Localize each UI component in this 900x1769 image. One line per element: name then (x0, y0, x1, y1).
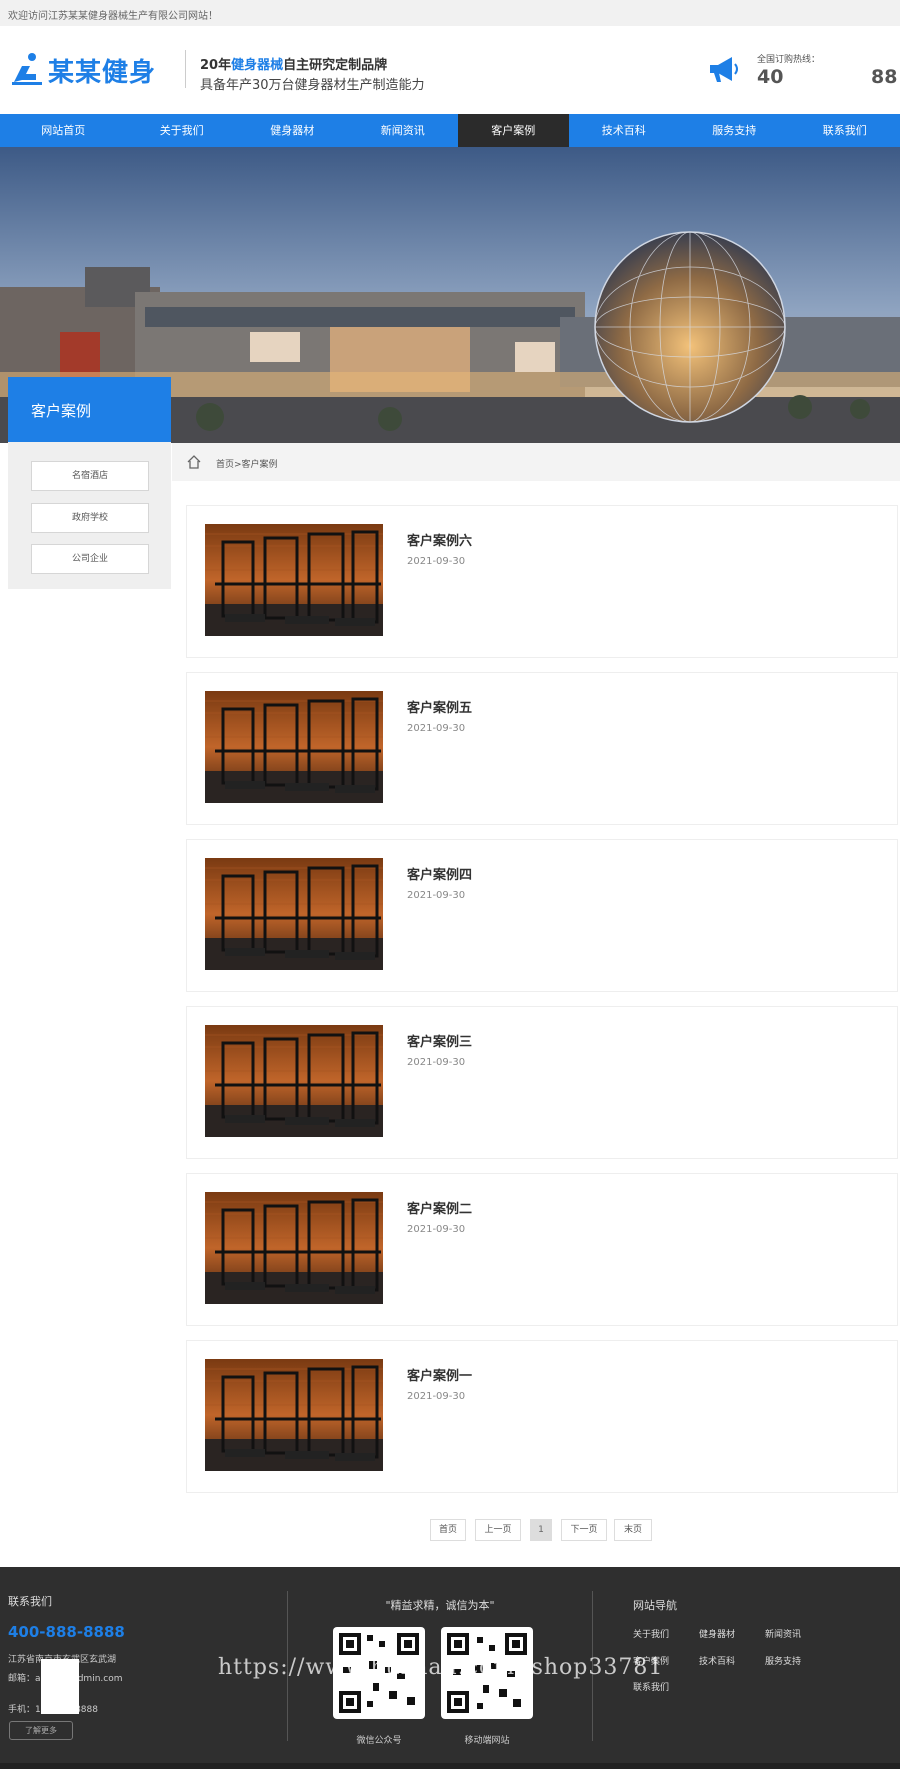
footer-quote: "精益求精，诚信为本" (385, 1599, 495, 1612)
pager-last[interactable]: 末页 (614, 1519, 652, 1541)
sidebar-item-government-school[interactable]: 政府学校 (31, 503, 149, 533)
case-date: 2021-09-30 (407, 1057, 466, 1068)
nav-item-cases[interactable]: 客户案例 (457, 114, 569, 147)
case-card[interactable]: 客户案例二 2021-09-30 (186, 1173, 898, 1326)
footer-contact-title: 联系我们 (8, 1595, 52, 1608)
case-thumbnail[interactable] (205, 524, 383, 636)
pager-first[interactable]: 首页 (430, 1519, 466, 1541)
case-title[interactable]: 客户案例六 (407, 530, 472, 549)
sidebar-item-hotel[interactable]: 名宿酒店 (31, 461, 149, 491)
footer-nav-service[interactable]: 服务支持 (765, 1654, 801, 1667)
nav-item-about[interactable]: 关于我们 (126, 114, 237, 147)
logo[interactable]: 某某健身 (12, 52, 172, 88)
watermark-text: https://www.huzhan.com/ishop33781 (218, 1655, 664, 1680)
breadcrumb: 首页>客户案例 (172, 443, 900, 481)
case-date: 2021-09-30 (407, 1391, 466, 1402)
case-title[interactable]: 客户案例一 (407, 1365, 472, 1384)
megaphone-icon (710, 57, 738, 82)
footer-bottom-bar (0, 1763, 900, 1769)
sidebar-menu: 名宿酒店 政府学校 公司企业 (8, 442, 171, 589)
mobile-qr-label: 移动端网站 (464, 1736, 510, 1746)
top-bar: 欢迎访问江苏某某健身器械生产有限公司网站！ (0, 0, 900, 26)
learn-more-button[interactable]: 了解更多 (9, 1721, 73, 1740)
nav-item-products[interactable]: 健身器材 (237, 114, 348, 147)
footer-phone: 400-888-8888 (8, 1623, 125, 1641)
nav-item-service[interactable]: 服务支持 (679, 114, 790, 147)
slogan-line1: 20年健身器械自主研究定制品牌 (200, 58, 388, 73)
case-title[interactable]: 客户案例五 (407, 697, 472, 716)
logo-text: 某某健身 (48, 58, 157, 88)
divider (185, 50, 186, 88)
footer: 联系我们 400-888-8888 江苏省南京市玄武区玄武湖 邮箱：admin@… (0, 1567, 900, 1769)
pager-prev[interactable]: 上一页 (475, 1519, 521, 1541)
case-card[interactable]: 客户案例四 2021-09-30 (186, 839, 898, 992)
fitness-person-icon (12, 53, 42, 85)
nav-item-tech[interactable]: 技术百科 (569, 114, 680, 147)
redaction-block (41, 1659, 79, 1714)
hotline-number-part2: 88 (871, 66, 898, 88)
case-date: 2021-09-30 (407, 1224, 466, 1235)
case-thumbnail[interactable] (205, 1359, 383, 1471)
hotline-number-part1: 40 (757, 66, 784, 88)
header: 某某健身 20年健身器械自主研究定制品牌 具备年产30万台健身器材生产制造能力 … (0, 26, 900, 114)
nav-item-contact[interactable]: 联系我们 (790, 114, 900, 147)
sidebar-title: 客户案例 (8, 377, 171, 442)
footer-nav-contact[interactable]: 联系我们 (633, 1680, 669, 1693)
breadcrumb-text[interactable]: 首页>客户案例 (216, 457, 278, 470)
nav-item-news[interactable]: 新闻资讯 (347, 114, 458, 147)
footer-nav-news[interactable]: 新闻资讯 (765, 1627, 801, 1640)
case-thumbnail[interactable] (205, 691, 383, 803)
case-card[interactable]: 客户案例一 2021-09-30 (186, 1340, 898, 1493)
pager-next[interactable]: 下一页 (561, 1519, 607, 1541)
main-nav: 网站首页 关于我们 健身器材 新闻资讯 客户案例 技术百科 服务支持 联系我们 (0, 114, 900, 147)
hotline-label: 全国订购热线： (757, 55, 821, 65)
footer-nav-title: 网站导航 (633, 1599, 677, 1612)
sidebar-item-company[interactable]: 公司企业 (31, 544, 149, 574)
case-title[interactable]: 客户案例四 (407, 864, 472, 883)
welcome-text: 欢迎访问江苏某某健身器械生产有限公司网站！ (8, 11, 218, 22)
case-card[interactable]: 客户案例六 2021-09-30 (186, 505, 898, 658)
wechat-qr-label: 微信公众号 (356, 1736, 402, 1746)
case-date: 2021-09-30 (407, 723, 466, 734)
nav-item-home[interactable]: 网站首页 (0, 114, 126, 147)
case-title[interactable]: 客户案例三 (407, 1031, 472, 1050)
case-thumbnail[interactable] (205, 1025, 383, 1137)
case-title[interactable]: 客户案例二 (407, 1198, 472, 1217)
slogan-highlight: 健身器械 (231, 58, 284, 73)
case-thumbnail[interactable] (205, 858, 383, 970)
case-date: 2021-09-30 (407, 556, 466, 567)
slogan-line2: 具备年产30万台健身器材生产制造能力 (200, 78, 425, 93)
case-card[interactable]: 客户案例三 2021-09-30 (186, 1006, 898, 1159)
case-card[interactable]: 客户案例五 2021-09-30 (186, 672, 898, 825)
case-thumbnail[interactable] (205, 1192, 383, 1304)
home-icon[interactable] (186, 454, 202, 470)
footer-nav-about[interactable]: 关于我们 (633, 1627, 669, 1640)
footer-nav-products[interactable]: 健身器材 (699, 1627, 735, 1640)
pager-current[interactable]: 1 (530, 1519, 552, 1541)
footer-nav-tech[interactable]: 技术百科 (699, 1654, 735, 1667)
case-date: 2021-09-30 (407, 890, 466, 901)
